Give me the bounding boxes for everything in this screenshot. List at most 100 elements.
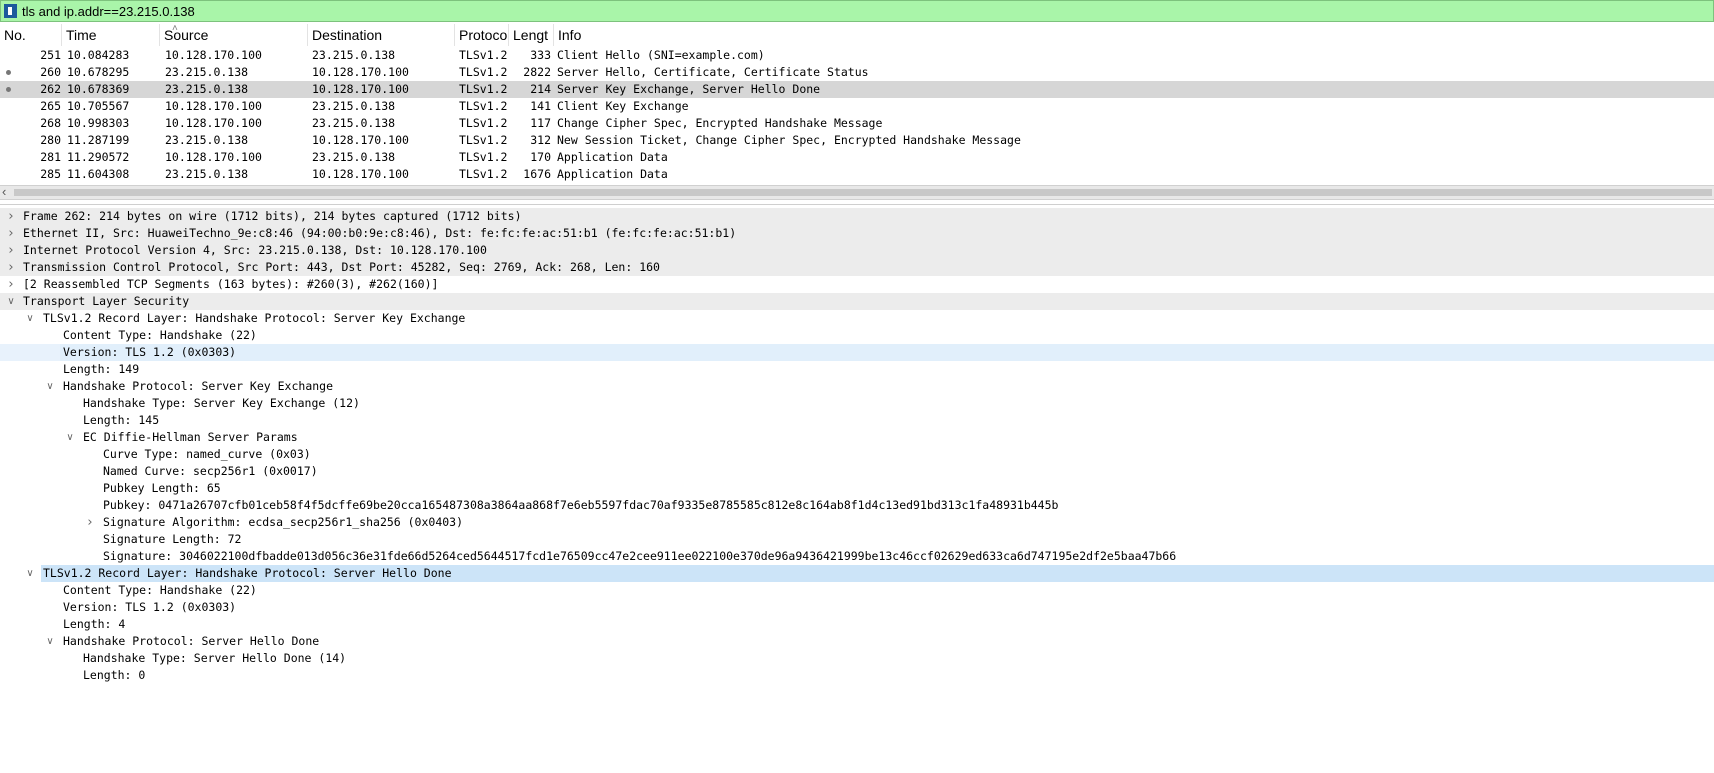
tree-node[interactable]: › Internet Protocol Version 4, Src: 23.21… [0,242,1714,259]
column-header-no[interactable]: No. [0,24,62,46]
tree-node[interactable]: Pubkey Length: 65 [0,480,1714,497]
tree-node-label: TLSv1.2 Record Layer: Handshake Protocol… [43,311,466,325]
packet-row[interactable]: 280 11.287199 23.215.0.138 10.128.170.100 TL… [0,132,1714,149]
packet-row[interactable]: 268 10.998303 10.128.170.100 23.215.0.138 TL… [0,115,1714,132]
packet-row[interactable]: 260 10.678295 23.215.0.138 10.128.170.100 TL… [0,64,1714,81]
packet-protocol: TLSv1.2 [459,48,508,62]
packet-source: 23.215.0.138 [165,167,249,181]
packet-destination: 10.128.170.100 [312,133,409,147]
bookmark-icon[interactable] [4,4,17,18]
tree-node[interactable]: › [2 Reassembled TCP Segments (163 bytes)… [0,276,1714,293]
tree-node-label: Signature Algorithm: ecdsa_secp256r1_sha… [103,515,464,529]
packet-time: 10.998303 [67,116,130,130]
packet-length: 214 [530,82,551,96]
packet-length: 170 [530,150,551,164]
packet-no: 281 [40,150,61,164]
tree-node[interactable]: › Ethernet II, Src: HuaweiTechno_9e:c8:46… [0,225,1714,242]
expand-arrow-icon[interactable]: › [84,514,96,531]
packet-length: 1676 [523,167,551,181]
tree-node[interactable]: ∨ Handshake Protocol: Server Hello Done [0,633,1714,650]
column-header-destination[interactable]: Destination [308,24,455,46]
tree-node[interactable]: Handshake Type: Server Hello Done (14) [0,650,1714,667]
packet-source: 10.128.170.100 [165,116,262,130]
tree-node[interactable]: › Frame 262: 214 bytes on wire (1712 bits… [0,208,1714,225]
tree-node-label: Handshake Protocol: Server Hello Done [63,634,320,648]
tree-node-label: Pubkey Length: 65 [103,481,221,495]
packet-time: 10.678369 [67,82,130,96]
tree-node[interactable]: Handshake Type: Server Key Exchange (12) [0,395,1714,412]
scrollbar-thumb[interactable] [14,189,1712,196]
tree-node-selected[interactable]: ∨ TLSv1.2 Record Layer: Handshake Protoco… [0,565,1714,582]
column-header-time[interactable]: Time ˄ [62,23,178,46]
tree-node-label: Frame 262: 214 bytes on wire (1712 bits)… [23,209,522,223]
tree-node[interactable]: Length: 0 [0,667,1714,684]
tree-node[interactable]: › Transmission Control Protocol, Src Port… [0,259,1714,276]
collapse-arrow-icon[interactable]: ∨ [5,293,17,310]
packet-length: 312 [530,133,551,147]
display-filter-input[interactable] [22,2,1711,21]
packet-info: Client Key Exchange [557,99,689,113]
packet-info: Server Hello, Certificate, Certificate S… [557,65,869,79]
tree-node[interactable]: ∨ TLSv1.2 Record Layer: Handshake Protoco… [0,310,1714,327]
packet-row[interactable]: 265 10.705567 10.128.170.100 23.215.0.138 TL… [0,98,1714,115]
expand-arrow-icon[interactable]: › [5,259,17,276]
expand-arrow-icon[interactable]: › [5,276,17,293]
collapse-arrow-icon[interactable]: ∨ [64,429,76,446]
packet-time: 11.290572 [67,150,130,164]
tree-node[interactable]: Length: 149 [0,361,1714,378]
packet-protocol: TLSv1.2 [459,99,508,113]
collapse-arrow-icon[interactable]: ∨ [44,378,56,395]
tree-node-label: Handshake Protocol: Server Key Exchange [63,379,334,393]
packet-row-selected[interactable]: 262 10.678369 23.215.0.138 10.128.170.100 TL… [0,81,1714,98]
tree-node[interactable]: ∨ Transport Layer Security [0,293,1714,310]
collapse-arrow-icon[interactable]: ∨ [24,310,36,327]
tree-node[interactable]: Curve Type: named_curve (0x03) [0,446,1714,463]
tree-node[interactable]: › Signature Algorithm: ecdsa_secp256r1_sh… [0,514,1714,531]
expand-arrow-icon[interactable]: › [5,225,17,242]
tree-node-label: Length: 145 [83,413,160,427]
packet-protocol: TLSv1.2 [459,150,508,164]
column-header-source[interactable]: Source [160,24,308,46]
packet-source: 10.128.170.100 [165,150,262,164]
tree-node-label: Handshake Type: Server Hello Done (14) [83,651,347,665]
tree-node[interactable]: Content Type: Handshake (22) [0,582,1714,599]
expand-arrow-icon[interactable]: › [5,242,17,259]
tree-node[interactable]: ∨ Handshake Protocol: Server Key Exchange [0,378,1714,395]
column-header-length[interactable]: Lengt [509,24,554,46]
packet-length: 141 [530,99,551,113]
tree-node-label: Transmission Control Protocol, Src Port:… [23,260,660,274]
tree-node-highlighted[interactable]: Version: TLS 1.2 (0x0303) [0,344,1714,361]
tree-node[interactable]: Length: 145 [0,412,1714,429]
tree-node[interactable]: Signature Length: 72 [0,531,1714,548]
tree-node[interactable]: Signature: 3046022100dfbadde013d056c36e3… [0,548,1714,565]
tree-node-label: Length: 4 [63,617,126,631]
tree-node-label: Length: 0 [83,668,146,682]
packet-info: Application Data [557,150,668,164]
packet-row[interactable]: 285 11.604308 23.215.0.138 10.128.170.100 TL… [0,166,1714,183]
tree-node[interactable]: ∨ EC Diffie-Hellman Server Params [0,429,1714,446]
tree-node-label: Signature Length: 72 [103,532,242,546]
horizontal-scrollbar[interactable]: ‹ [0,184,1714,200]
collapse-arrow-icon[interactable]: ∨ [44,633,56,650]
packet-row[interactable]: 281 11.290572 10.128.170.100 23.215.0.138 TL… [0,149,1714,166]
scroll-left-arrow-icon[interactable]: ‹ [2,184,6,199]
tree-node-label: Curve Type: named_curve (0x03) [103,447,311,461]
tree-node[interactable]: Pubkey: 0471a26707cfb01ceb58f4f5dcffe69b… [0,497,1714,514]
packet-length: 2822 [523,65,551,79]
expand-arrow-icon[interactable]: › [5,208,17,225]
packet-row[interactable]: 251 10.084283 10.128.170.100 23.215.0.138 TL… [0,47,1714,64]
tree-node-label: Version: TLS 1.2 (0x0303) [63,600,237,614]
tree-node[interactable]: Named Curve: secp256r1 (0x0017) [0,463,1714,480]
tree-node-label: Content Type: Handshake (22) [63,328,257,342]
tree-node[interactable]: Length: 4 [0,616,1714,633]
column-header-protocol[interactable]: Protoco [455,24,509,46]
tree-node-label: Internet Protocol Version 4, Src: 23.215… [23,243,487,257]
tree-node-label: Length: 149 [63,362,140,376]
tree-node[interactable]: Content Type: Handshake (22) [0,327,1714,344]
column-header-info[interactable]: Info [554,24,1714,46]
tree-node[interactable]: Version: TLS 1.2 (0x0303) [0,599,1714,616]
column-header-time-label: Time [66,27,97,43]
packet-protocol: TLSv1.2 [459,116,508,130]
collapse-arrow-icon[interactable]: ∨ [24,565,36,582]
packet-destination: 23.215.0.138 [312,116,396,130]
